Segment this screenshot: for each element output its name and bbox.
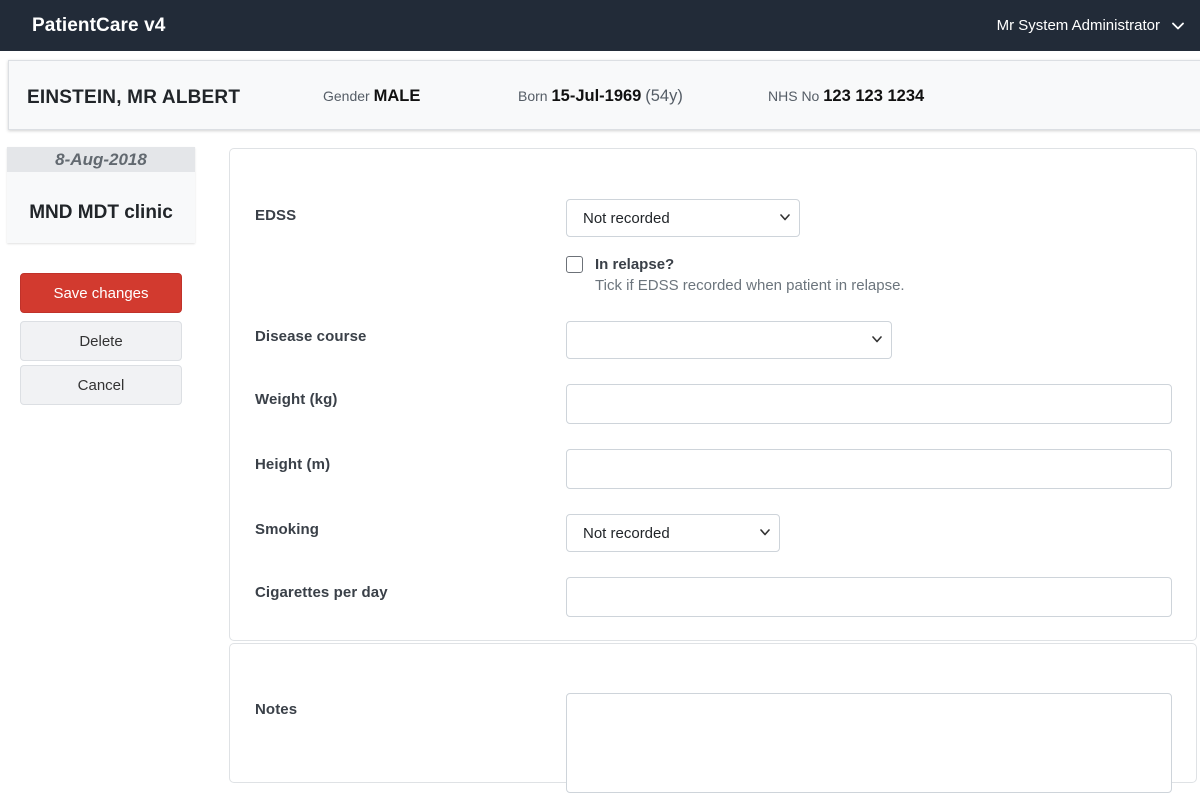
chevron-down-icon bbox=[872, 336, 882, 343]
smoking-label: Smoking bbox=[255, 521, 320, 538]
gender-value: MALE bbox=[373, 87, 421, 105]
edss-label: EDSS bbox=[255, 207, 297, 224]
patient-nhs: NHS No 123 123 1234 bbox=[768, 87, 924, 106]
encounter-title: MND MDT clinic bbox=[29, 202, 173, 223]
nhs-label: NHS No bbox=[768, 88, 820, 104]
encounter-date: 8-Aug-2018 bbox=[7, 147, 195, 172]
relapse-checkbox[interactable] bbox=[566, 256, 583, 273]
patient-gender: Gender MALE bbox=[323, 87, 420, 106]
edss-select[interactable]: Not recorded bbox=[566, 199, 800, 237]
patient-born: Born 15-Jul-1969 (54y) bbox=[518, 87, 683, 106]
cigarettes-label: Cigarettes per day bbox=[255, 584, 388, 601]
chevron-down-icon[interactable] bbox=[1172, 22, 1184, 30]
patient-age: (54y) bbox=[645, 87, 683, 105]
encounter-card: 8-Aug-2018 MND MDT clinic bbox=[7, 147, 195, 243]
height-label: Height (m) bbox=[255, 456, 331, 473]
disease-course-select[interactable] bbox=[566, 321, 892, 359]
born-label: Born bbox=[518, 88, 548, 104]
smoking-select[interactable]: Not recorded bbox=[566, 514, 780, 552]
chevron-down-icon bbox=[780, 214, 790, 221]
app-brand[interactable]: PatientCare v4 bbox=[32, 15, 165, 37]
notes-textarea[interactable] bbox=[566, 693, 1172, 793]
cancel-button[interactable]: Cancel bbox=[20, 365, 182, 405]
relapse-help-text: Tick if EDSS recorded when patient in re… bbox=[595, 277, 905, 294]
weight-input[interactable] bbox=[566, 384, 1172, 424]
weight-label: Weight (kg) bbox=[255, 391, 338, 408]
disease-course-label: Disease course bbox=[255, 328, 367, 345]
relapse-label: In relapse? bbox=[595, 256, 675, 273]
chevron-down-icon bbox=[760, 529, 770, 536]
top-navbar: PatientCare v4 Mr System Administrator bbox=[0, 0, 1200, 51]
patient-name: EINSTEIN, MR ALBERT bbox=[27, 87, 241, 108]
patient-banner: EINSTEIN, MR ALBERT Gender MALE Born 15-… bbox=[8, 60, 1200, 130]
height-input[interactable] bbox=[566, 449, 1172, 489]
smoking-value: Not recorded bbox=[583, 524, 670, 542]
save-button[interactable]: Save changes bbox=[20, 273, 182, 313]
notes-label: Notes bbox=[255, 701, 298, 718]
user-name[interactable]: Mr System Administrator bbox=[997, 17, 1160, 34]
born-value: 15-Jul-1969 bbox=[551, 87, 642, 105]
nhs-value: 123 123 1234 bbox=[823, 87, 925, 105]
notes-section: Notes bbox=[229, 643, 1197, 793]
user-menu[interactable]: Mr System Administrator bbox=[997, 17, 1184, 34]
edss-value: Not recorded bbox=[583, 209, 670, 227]
gender-label: Gender bbox=[323, 88, 370, 104]
cigarettes-input[interactable] bbox=[566, 577, 1172, 617]
encounter-form: EDSS Not recorded In relapse? Tick if ED… bbox=[229, 148, 1197, 641]
delete-button[interactable]: Delete bbox=[20, 321, 182, 361]
